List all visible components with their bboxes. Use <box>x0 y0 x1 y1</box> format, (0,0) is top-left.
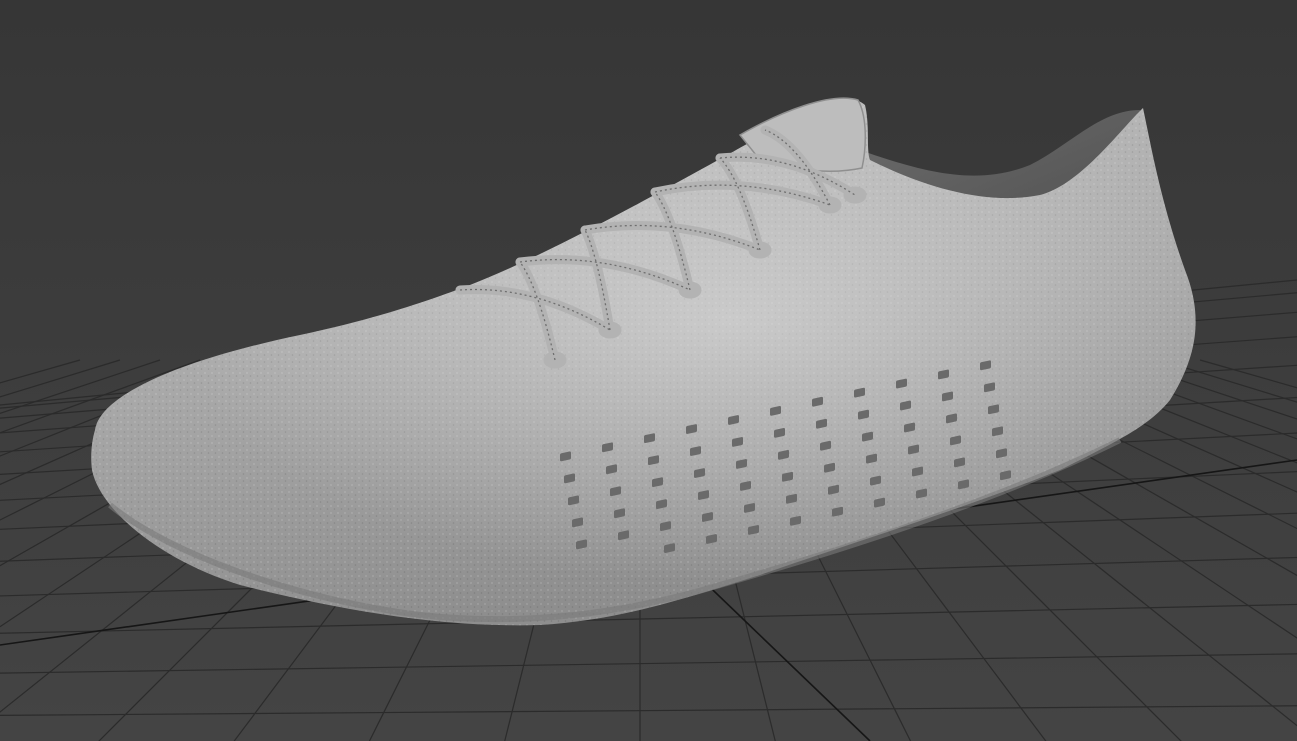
viewport-3d[interactable] <box>0 0 1297 741</box>
viewport-scene[interactable] <box>0 0 1297 741</box>
eyelet <box>843 186 867 204</box>
